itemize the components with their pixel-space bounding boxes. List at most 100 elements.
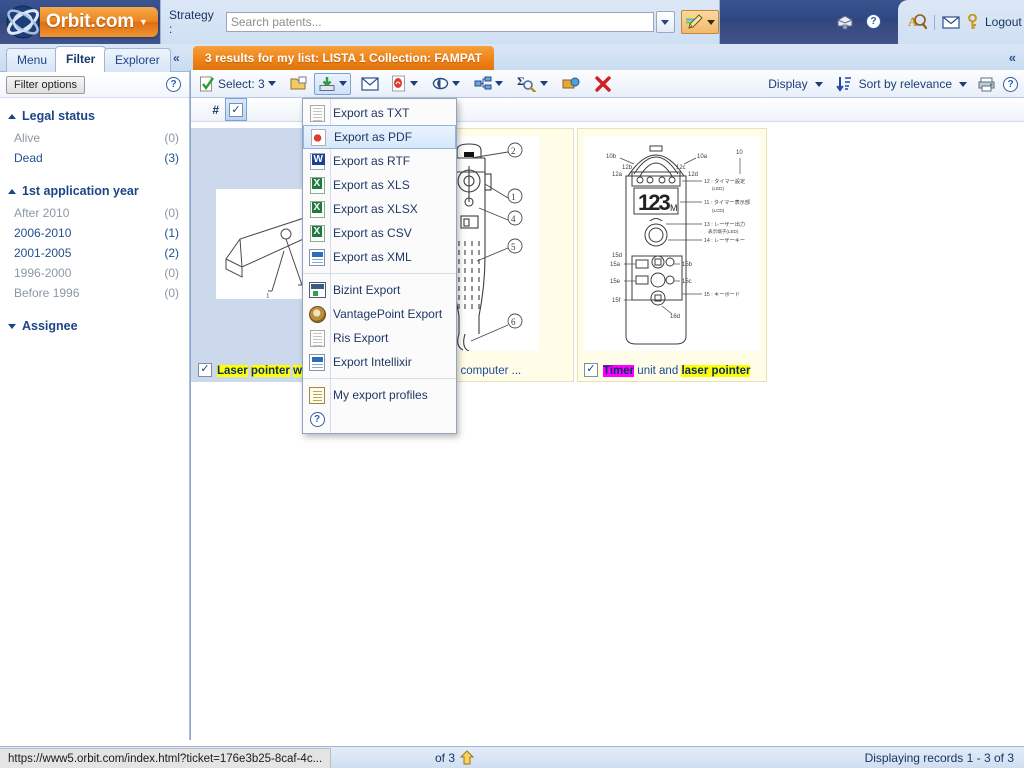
facet-group-application-year-header[interactable]: 1st application year bbox=[0, 168, 189, 203]
mail-icon[interactable] bbox=[942, 15, 960, 29]
mailbox-icon[interactable] bbox=[836, 13, 854, 30]
column-header-index: # bbox=[212, 102, 219, 117]
svg-text:15f: 15f bbox=[612, 298, 621, 304]
top-header-bar: Orbit.com ▼ Strategy : Search patents...… bbox=[0, 0, 1024, 44]
mail-icon bbox=[361, 76, 379, 91]
search-history-dropdown-button[interactable] bbox=[655, 11, 675, 33]
view-icon bbox=[432, 77, 448, 90]
chevron-down-icon[interactable] bbox=[814, 81, 823, 87]
facet-item-after-2010[interactable]: After 2010 (0) bbox=[0, 203, 189, 223]
svg-text:5: 5 bbox=[511, 242, 516, 252]
menu-item-export-csv[interactable]: Export as CSV bbox=[303, 221, 456, 245]
facet-item-1996-2000[interactable]: 1996-2000 (0) bbox=[0, 263, 189, 283]
print-icon[interactable] bbox=[978, 77, 996, 92]
svg-text:15e: 15e bbox=[610, 279, 621, 285]
filter-options-row: Filter options ? bbox=[0, 72, 189, 98]
facet-label: After 2010 bbox=[14, 206, 70, 220]
result-caption[interactable]: ✓ Timer unit and laser pointer bbox=[577, 358, 767, 382]
display-menu[interactable]: Display bbox=[768, 77, 807, 91]
result-checkbox[interactable]: ✓ bbox=[584, 362, 598, 377]
tab-explorer[interactable]: Explorer bbox=[104, 48, 171, 72]
chevron-down-icon[interactable] bbox=[338, 81, 347, 86]
menu-item-export-xlsx[interactable]: Export as XLSX bbox=[303, 197, 456, 221]
facet-item-dead[interactable]: Dead (3) bbox=[0, 148, 189, 168]
menu-item-label: Export as XML bbox=[333, 250, 412, 264]
result-thumbnail[interactable]: 123 M 10b 10a 10 12a 12b 12c 12d 12: タイ… bbox=[577, 128, 767, 358]
collapse-right-panel-icon[interactable]: « bbox=[1009, 50, 1016, 65]
svg-text:15d: 15d bbox=[612, 253, 622, 259]
tab-menu[interactable]: Menu bbox=[6, 48, 59, 72]
user-search-icon[interactable]: A bbox=[908, 13, 927, 31]
menu-item-export-xls[interactable]: Export as XLS bbox=[303, 173, 456, 197]
menu-item-export-xml[interactable]: Export as XML bbox=[303, 245, 456, 269]
email-button[interactable] bbox=[359, 73, 381, 95]
facet-item-2006-2010[interactable]: 2006-2010 (1) bbox=[0, 223, 189, 243]
svg-text:M: M bbox=[670, 203, 678, 213]
chevron-down-icon bbox=[707, 19, 715, 25]
patent-figure-timer-remote: 123 M 10b 10a 10 12a 12b 12c 12d 12: タイ… bbox=[584, 136, 760, 351]
menu-item-export-txt[interactable]: Export as TXT bbox=[303, 101, 456, 125]
strategy-search-panel: Strategy : bbox=[160, 0, 720, 44]
view-button[interactable] bbox=[430, 73, 462, 95]
menu-item-vantagepoint-export[interactable]: VantagePoint Export bbox=[303, 302, 456, 326]
svg-text:10a: 10a bbox=[697, 154, 708, 160]
status-url-text: https://www5.orbit.com/index.html?ticket… bbox=[8, 752, 323, 765]
help-icon[interactable]: ? bbox=[866, 14, 881, 29]
rtf-file-icon bbox=[307, 152, 327, 170]
facet-group-assignee-header[interactable]: Assignee bbox=[0, 303, 189, 338]
svg-text:4: 4 bbox=[511, 214, 516, 224]
checkbox: ✓ bbox=[229, 103, 243, 118]
sort-descending-icon[interactable] bbox=[835, 76, 852, 92]
filter-sidebar: Filter options ? Legal status Alive (0) … bbox=[0, 72, 190, 740]
help-icon[interactable]: ? bbox=[166, 77, 181, 92]
chevron-down-icon[interactable] bbox=[494, 81, 503, 86]
menu-item-export-pdf[interactable]: Export as PDF bbox=[303, 125, 456, 149]
menu-item-my-export-profiles[interactable]: My export profiles bbox=[303, 383, 456, 407]
chevron-down-icon[interactable] bbox=[959, 81, 967, 87]
tree-view-button[interactable] bbox=[472, 73, 505, 95]
menu-item-ris-export[interactable]: Ris Export bbox=[303, 326, 456, 350]
result-title: Laser pointer wi bbox=[217, 364, 306, 377]
brand-caret-icon[interactable]: ▼ bbox=[139, 17, 148, 27]
chevron-down-icon[interactable] bbox=[267, 81, 276, 86]
search-input[interactable] bbox=[225, 12, 654, 32]
menu-item-bizint-export[interactable]: Bizint Export bbox=[303, 278, 456, 302]
tab-filter[interactable]: Filter bbox=[55, 46, 107, 72]
filter-options-button[interactable]: Filter options bbox=[6, 75, 85, 94]
highlight-settings-button[interactable] bbox=[681, 10, 719, 34]
orbit-logo-icon bbox=[2, 3, 44, 41]
delete-button[interactable] bbox=[593, 73, 613, 95]
svg-text:15b: 15b bbox=[682, 262, 693, 268]
sort-menu[interactable]: Sort by relevance bbox=[859, 77, 952, 91]
svg-text:2: 2 bbox=[511, 146, 516, 156]
help-icon[interactable]: ? bbox=[1003, 76, 1018, 92]
facet-item-alive[interactable]: Alive (0) bbox=[0, 128, 189, 148]
menu-item-export-intellixir[interactable]: Export Intellixir bbox=[303, 350, 456, 374]
scroll-to-top-icon[interactable] bbox=[460, 750, 475, 765]
menu-item-export-rtf[interactable]: Export as RTF bbox=[303, 149, 456, 173]
compare-button[interactable] bbox=[560, 73, 583, 95]
xlsx-file-icon bbox=[307, 200, 327, 218]
chevron-down-icon[interactable] bbox=[409, 81, 418, 86]
facet-item-before-1996[interactable]: Before 1996 (0) bbox=[0, 283, 189, 303]
facet-group-legal-status-header[interactable]: Legal status bbox=[0, 98, 189, 128]
logout-link[interactable]: Logout bbox=[985, 15, 1022, 29]
compare-icon bbox=[562, 77, 580, 89]
pdf-button[interactable] bbox=[389, 73, 420, 95]
chevron-down-icon[interactable] bbox=[539, 81, 548, 86]
menu-item-help[interactable]: ? bbox=[303, 407, 456, 431]
select-button[interactable]: Select: 3 bbox=[197, 73, 278, 95]
facet-count: (0) bbox=[164, 286, 179, 300]
brand-logo[interactable]: Orbit.com ▼ bbox=[2, 3, 158, 41]
folder-add-button[interactable] bbox=[288, 73, 310, 95]
result-card[interactable]: 123 M 10b 10a 10 12a 12b 12c 12d 12: タイ… bbox=[577, 128, 767, 390]
statistics-button[interactable]: Σ bbox=[515, 73, 550, 95]
ris-file-icon bbox=[307, 329, 327, 347]
facet-item-2001-2005[interactable]: 2001-2005 (2) bbox=[0, 243, 189, 263]
result-checkbox[interactable]: ✓ bbox=[198, 362, 212, 377]
chevron-down-icon[interactable] bbox=[451, 81, 460, 86]
export-button[interactable] bbox=[313, 72, 351, 95]
key-icon[interactable] bbox=[967, 14, 978, 30]
collapse-left-panel-icon[interactable]: « bbox=[173, 51, 180, 65]
select-all-checkbox[interactable]: ✓ bbox=[225, 97, 247, 122]
